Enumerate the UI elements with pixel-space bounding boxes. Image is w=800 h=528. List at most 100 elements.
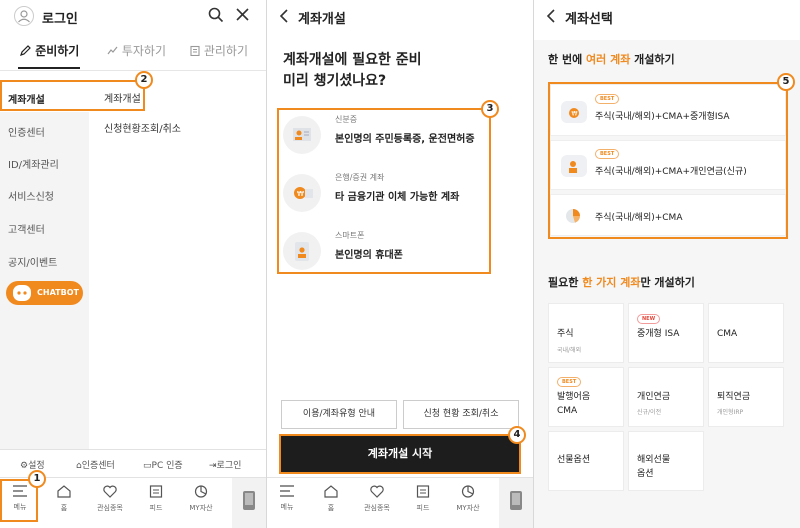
tile-futures-options[interactable]: 선물옵션 — [548, 431, 624, 491]
util-auth-label: 인증센터 — [81, 461, 115, 471]
sub-item-status[interactable]: 신청현황조회/취소 — [104, 120, 181, 135]
tile-note-title2: CMA — [557, 406, 578, 416]
side-item-auth-center[interactable]: 인증센터 — [8, 124, 45, 139]
tile-isa[interactable]: NEW 중개형 ISA — [628, 303, 704, 363]
phone-icon — [243, 491, 255, 510]
tile-overseas-title2: 옵션 — [637, 469, 654, 479]
callout-badge-1: 1 — [28, 470, 46, 488]
nav-home[interactable]: 홈 — [44, 484, 84, 513]
phone-icon — [510, 491, 522, 510]
single-title-highlight: 한 가지 계좌 — [582, 276, 641, 289]
callout-badge-5: 5 — [777, 73, 795, 91]
tile-stock-sub: 국내/해외 — [557, 347, 582, 354]
tab-prepare[interactable]: 준비하기 — [20, 42, 79, 59]
prep-heading-line2: 미리 챙기셨나요? — [283, 73, 387, 89]
pie-chart-icon — [194, 485, 208, 498]
tile-note-tag: BEST — [557, 377, 582, 387]
nav-watchlist-label-2: 관심종목 — [364, 504, 390, 512]
nav-menu-2[interactable]: 메뉴 — [267, 484, 307, 512]
prep-heading: 계좌개설에 필요한 준비 미리 챙기셨나요? — [283, 50, 422, 92]
nav-home-2[interactable]: 홈 — [311, 484, 351, 513]
chatbot-label: CHATBOT — [37, 288, 79, 297]
side-item-id-account[interactable]: ID/계좌관리 — [8, 156, 59, 171]
usage-guide-button[interactable]: 이용/계좌유형 안내 — [281, 400, 397, 429]
tab-invest-label: 투자하기 — [121, 44, 166, 58]
nav-home-label-2: 홈 — [327, 504, 335, 512]
single-title-pre: 필요한 — [548, 276, 583, 289]
back-arrow-icon[interactable] — [279, 8, 289, 27]
login-title[interactable]: 로그인 — [42, 8, 78, 27]
nav-feed[interactable]: 피드 — [136, 484, 176, 513]
tile-note-cma[interactable]: BEST 발행어음 CMA — [548, 367, 624, 427]
side-item-notice[interactable]: 공지/이벤트 — [8, 254, 57, 269]
tile-retirement-sub: 개인형IRP — [717, 409, 744, 416]
tile-isa-title: 중개형 ISA — [637, 329, 680, 339]
chatbot-button[interactable]: CHATBOT — [6, 281, 83, 305]
util-login-label: 로그인 — [216, 461, 242, 471]
tab-prepare-label: 준비하기 — [35, 44, 80, 58]
callout-box-4 — [279, 434, 521, 474]
account-select-title: 계좌선택 — [565, 12, 613, 27]
tile-retirement-title: 퇴직연금 — [717, 392, 751, 402]
nav-watchlist[interactable]: 관심종목 — [90, 484, 130, 513]
hamburger-icon — [280, 485, 294, 497]
feed-icon — [149, 485, 163, 498]
nav-phone-area-2[interactable] — [499, 478, 533, 528]
tile-cma[interactable]: CMA — [708, 303, 784, 363]
user-avatar-icon[interactable] — [14, 6, 34, 26]
trend-icon — [107, 46, 118, 55]
close-icon[interactable] — [235, 7, 250, 26]
nav-watchlist-2[interactable]: 관심종목 — [357, 484, 397, 513]
util-pc-label: PC 인증 — [151, 461, 183, 471]
bottom-nav-2: 메뉴 홈 관심종목 피드 MY자산 — [267, 477, 533, 528]
tile-stock-title: 주식 — [557, 329, 574, 339]
side-item-support[interactable]: 고객센터 — [8, 221, 45, 236]
tile-futures-title: 선물옵션 — [557, 455, 591, 465]
gear-icon: ⚙ — [20, 461, 29, 471]
prep-heading-line1: 계좌개설에 필요한 준비 — [283, 52, 422, 68]
util-pc-auth[interactable]: ▭PC 인증 — [143, 458, 183, 471]
tile-overseas-futures[interactable]: 해외선물 옵션 — [628, 431, 704, 491]
tile-isa-tag: NEW — [637, 314, 661, 324]
login-icon: ⇥ — [209, 461, 217, 471]
tile-stock[interactable]: 주식 국내/해외 — [548, 303, 624, 363]
active-tab-underline — [18, 67, 80, 69]
heart-icon — [103, 485, 117, 498]
nav-my-assets[interactable]: MY자산 — [181, 484, 221, 513]
callout-box-5 — [548, 82, 788, 239]
nav-feed-label-2: 피드 — [416, 504, 430, 512]
callout-badge-4: 4 — [508, 426, 526, 444]
side-item-service[interactable]: 서비스신청 — [8, 188, 54, 203]
tab-invest[interactable]: 투자하기 — [107, 42, 166, 59]
menu-panel: 로그인 준비하기 투자하기 관리하기 계좌개설 인증센터 ID/계좌관리 서비스… — [0, 0, 266, 528]
heart-icon — [370, 485, 384, 498]
nav-home-label: 홈 — [60, 504, 68, 512]
clipboard-icon — [190, 45, 200, 57]
status-check-button[interactable]: 신청 현황 조회/취소 — [403, 400, 519, 429]
nav-feed-2[interactable]: 피드 — [403, 484, 443, 513]
tab-divider — [0, 70, 266, 71]
nav-phone-area[interactable] — [232, 478, 266, 528]
tile-cma-title: CMA — [717, 329, 738, 339]
tile-pension-sub: 신규/이전 — [637, 409, 662, 416]
callout-box-3 — [277, 108, 491, 274]
callout-badge-2: 2 — [135, 71, 153, 89]
tile-retirement[interactable]: 퇴직연금 개인형IRP — [708, 367, 784, 427]
back-arrow-icon[interactable] — [546, 8, 556, 27]
pencil-icon — [20, 45, 31, 56]
home-icon — [324, 485, 338, 498]
single-title-post: 만 개설하기 — [640, 276, 695, 289]
nav-my-assets-label-2: MY자산 — [456, 504, 480, 512]
util-settings[interactable]: ⚙설정 — [20, 458, 45, 471]
util-auth-center[interactable]: ⌂인증센터 — [76, 458, 115, 471]
search-icon[interactable] — [208, 7, 224, 27]
tab-manage[interactable]: 관리하기 — [190, 42, 248, 59]
tile-pension[interactable]: 개인연금 신규/이전 — [628, 367, 704, 427]
nav-my-assets-2[interactable]: MY자산 — [448, 484, 488, 513]
util-login[interactable]: ⇥로그인 — [209, 458, 241, 471]
account-open-title: 계좌개설 — [298, 12, 346, 27]
multi-account-title: 한 번에 여러 계좌 개설하기 — [548, 51, 675, 67]
callout-box-2 — [0, 80, 145, 111]
nav-feed-label: 피드 — [149, 504, 163, 512]
multi-title-highlight: 여러 계좌 — [586, 53, 631, 66]
